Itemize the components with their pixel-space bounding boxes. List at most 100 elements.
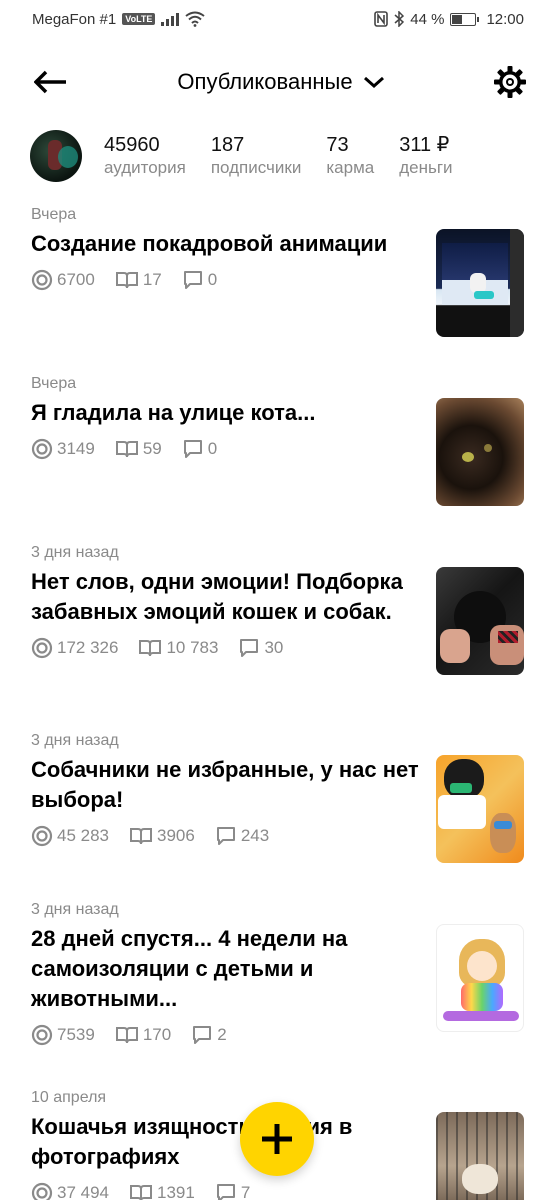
post-thumbnail[interactable] (436, 755, 524, 863)
reads-count: 1391 (129, 1183, 195, 1200)
stat-label: карма (326, 158, 375, 177)
comments-value: 0 (207, 439, 218, 458)
reads-value: 17 (142, 270, 162, 289)
post-thumbnail[interactable] (436, 229, 524, 337)
post-title[interactable]: Создание покадровой анимации (31, 229, 431, 259)
views-count: 3149 (31, 438, 95, 460)
stat-label: аудитория (104, 158, 186, 177)
post-date: 3 дня назад (31, 544, 119, 561)
status-right: 44 % 12:00 (374, 11, 524, 28)
battery-percent: 44 % (410, 10, 445, 28)
gear-icon[interactable] (492, 64, 528, 100)
carrier-label: MegaFon #1 (32, 10, 117, 28)
views-value: 6700 (57, 270, 95, 289)
book-icon (115, 1027, 138, 1044)
wifi-icon (185, 11, 206, 27)
book-icon (115, 441, 138, 458)
comments-count: 7 (215, 1182, 250, 1200)
views-count: 7539 (31, 1024, 95, 1046)
reads-count: 10 783 (138, 638, 218, 658)
stat-karma[interactable]: 73 карма (326, 133, 374, 179)
reads-value: 170 (142, 1025, 172, 1044)
reads-count: 3906 (129, 826, 195, 846)
comments-count: 0 (182, 269, 217, 291)
filter-dropdown[interactable]: Опубликованные (177, 69, 384, 95)
views-value: 172 326 (57, 638, 119, 657)
back-button[interactable] (34, 67, 70, 97)
stat-subscribers[interactable]: 187 подписчики (211, 133, 302, 179)
post-thumbnail[interactable] (436, 1112, 524, 1200)
post-item[interactable]: Вчера Создание покадровой анимации 6700 … (31, 205, 524, 337)
comments-value: 2 (217, 1025, 227, 1044)
stat-value: 45960 (104, 134, 160, 156)
reads-value: 10 783 (166, 638, 219, 657)
views-count: 172 326 (31, 637, 118, 659)
volte-badge: VoLTE (122, 13, 156, 25)
reads-value: 59 (142, 439, 162, 458)
reads-value: 3906 (157, 826, 195, 845)
comments-value: 7 (240, 1183, 251, 1200)
book-icon (139, 640, 162, 657)
post-item[interactable]: 3 дня назад Собачники не избранные, у на… (31, 731, 524, 863)
comment-icon (216, 827, 235, 845)
comment-icon (216, 1184, 235, 1200)
post-item[interactable]: 3 дня назад 28 дней спустя... 4 недели н… (31, 900, 524, 1046)
reads-count: 170 (115, 1025, 171, 1045)
eye-icon (31, 637, 53, 659)
nfc-icon (374, 11, 389, 27)
views-value: 3149 (57, 439, 95, 458)
arrow-left-icon (34, 70, 66, 94)
reads-count: 17 (115, 270, 162, 290)
eye-icon (31, 1182, 53, 1200)
comments-count: 0 (182, 438, 217, 460)
comments-count: 30 (238, 637, 283, 659)
post-title[interactable]: Нет слов, одни эмоции! Подборка забавных… (31, 567, 431, 627)
post-title[interactable]: 28 дней спустя... 4 недели на самоизоляц… (31, 924, 431, 1014)
post-title[interactable]: Собачники не избранные, у нас нет выбора… (31, 755, 431, 815)
post-date: Вчера (31, 206, 77, 223)
stat-value: 187 (210, 134, 245, 156)
book-icon (130, 828, 152, 845)
views-value: 7539 (57, 1025, 95, 1044)
post-date: Вчера (31, 375, 77, 392)
stat-value: 311 ₽ (399, 134, 450, 156)
book-icon (130, 1185, 152, 1200)
post-thumbnail[interactable] (436, 398, 524, 506)
chevron-down-icon (363, 76, 384, 89)
views-count: 45 283 (31, 825, 109, 847)
eye-icon (31, 825, 53, 847)
status-bar: MegaFon #1 VoLTE 44 % 12:00 (0, 0, 554, 38)
comment-icon (193, 1026, 212, 1044)
stat-label: подписчики (210, 158, 302, 177)
avatar[interactable] (30, 130, 82, 182)
post-item[interactable]: Вчера Я гладила на улице кота... 3149 59… (31, 374, 524, 506)
stat-money[interactable]: 311 ₽ деньги (399, 133, 452, 179)
comments-count: 2 (191, 1024, 227, 1046)
app-header: Опубликованные (0, 52, 554, 112)
post-thumbnail[interactable] (436, 924, 524, 1032)
comments-value: 30 (264, 638, 284, 657)
eye-icon (31, 269, 53, 291)
reads-count: 59 (115, 439, 162, 459)
comments-count: 243 (215, 825, 269, 847)
status-left: MegaFon #1 VoLTE (32, 10, 206, 28)
post-thumbnail[interactable] (436, 567, 524, 675)
add-post-button[interactable] (240, 1102, 314, 1176)
page-title: Опубликованные (177, 69, 353, 94)
reads-value: 1391 (157, 1183, 195, 1200)
post-date: 3 дня назад (31, 732, 119, 749)
post-title[interactable]: Я гладила на улице кота... (31, 398, 431, 428)
comments-value: 243 (240, 826, 270, 845)
clock: 12:00 (486, 10, 524, 28)
stat-audience[interactable]: 45960 аудитория (104, 133, 186, 179)
comment-icon (183, 440, 202, 458)
post-date: 3 дня назад (31, 901, 119, 918)
post-item[interactable]: 3 дня назад Нет слов, одни эмоции! Подбо… (31, 543, 524, 675)
post-title[interactable]: Кошачья изящность грация в фотографиях (31, 1112, 431, 1172)
stat-label: деньги (399, 158, 453, 177)
profile-stats: 45960 аудитория 187 подписчики 73 карма … (30, 128, 534, 184)
views-count: 37 494 (31, 1182, 109, 1200)
eye-icon (31, 438, 53, 460)
bluetooth-icon (394, 11, 405, 27)
stat-value: 73 (326, 134, 349, 156)
